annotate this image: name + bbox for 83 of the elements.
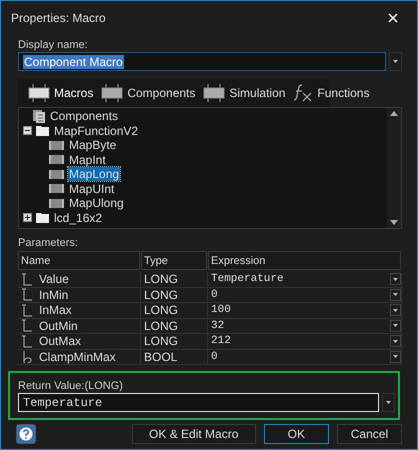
help-button[interactable] <box>16 424 36 444</box>
tree-item[interactable]: MapUlong <box>68 196 125 210</box>
column-header: Type <box>141 251 207 270</box>
expander-icon[interactable] <box>23 213 32 222</box>
long-type-icon <box>21 334 33 348</box>
chip-icon <box>101 84 124 102</box>
scrollbar[interactable] <box>387 108 401 228</box>
table-cell: LONG <box>144 303 178 318</box>
tree-item[interactable]: MapInt <box>68 152 107 167</box>
expression-field[interactable]: Temperature <box>211 273 284 286</box>
chip-icon <box>49 140 64 150</box>
tree-item[interactable]: MapUInt <box>68 182 116 196</box>
table-cell: LONG <box>144 318 178 333</box>
scroll-up-icon[interactable] <box>390 111 398 116</box>
dropdown-button[interactable] <box>390 304 401 316</box>
long-type-icon <box>21 304 33 317</box>
table-cell: OutMin <box>39 318 78 333</box>
dialog-button[interactable]: OK <box>264 424 329 444</box>
tree-item[interactable]: MapFunctionV2 <box>53 124 140 138</box>
expression-field[interactable]: 0 <box>211 288 218 301</box>
caret-icon <box>393 324 398 328</box>
bool-type-icon <box>21 350 33 364</box>
window-title: Properties: Macro <box>11 11 106 25</box>
dropdown-button[interactable] <box>390 288 401 301</box>
dropdown-button[interactable] <box>390 335 401 348</box>
tree-item[interactable]: lcd_16x2 <box>53 210 104 225</box>
expander-icon[interactable] <box>23 126 32 136</box>
long-type-icon <box>21 288 33 302</box>
chip-icon <box>49 170 64 179</box>
tab[interactable]: Macros <box>28 84 94 102</box>
folder-icon <box>36 126 49 136</box>
table-cell: LONG <box>144 288 178 302</box>
tab[interactable]: Components <box>101 84 196 102</box>
column-header: Name <box>18 251 140 270</box>
caret-icon <box>393 340 398 343</box>
chip-icon <box>49 184 64 194</box>
table-cell: LONG <box>144 272 178 286</box>
long-type-icon <box>21 272 33 286</box>
tree-item[interactable]: Components <box>49 109 120 124</box>
dropdown-button[interactable] <box>382 393 395 412</box>
table-cell: InMax <box>39 303 72 318</box>
table-cell: BOOL <box>144 350 178 364</box>
table-cell: ClampMinMax <box>39 350 116 364</box>
chip-icon <box>49 198 64 208</box>
scroll-down-icon[interactable] <box>390 220 398 225</box>
chip-icon <box>49 155 64 164</box>
folder-icon <box>36 212 49 223</box>
tab[interactable]: Simulation <box>203 84 286 102</box>
function-icon <box>293 84 314 102</box>
chip-icon <box>28 84 50 102</box>
dialog-button[interactable]: OK & Edit Macro <box>132 424 256 444</box>
field-label: Return Value:(LONG) <box>18 380 124 392</box>
caret-icon <box>393 355 398 358</box>
table-cell: InMin <box>39 288 68 302</box>
caret-icon <box>393 60 398 63</box>
expression-field[interactable]: 100 <box>211 304 231 316</box>
tab[interactable]: Functions <box>293 84 370 102</box>
field-label: Display name: <box>18 39 89 51</box>
table-cell: OutMax <box>39 334 82 348</box>
table-cell: Value <box>39 272 69 286</box>
long-type-icon <box>21 319 33 332</box>
dropdown-button[interactable] <box>390 273 401 286</box>
column-header: Expression <box>208 251 401 270</box>
expression-field[interactable]: 212 <box>211 335 231 348</box>
tree-item[interactable]: MapByte <box>68 138 118 152</box>
dropdown-button[interactable] <box>389 52 402 71</box>
section-label: Parameters: <box>18 237 79 249</box>
dropdown-button[interactable] <box>390 350 401 363</box>
expression-field[interactable]: 0 <box>211 350 218 363</box>
expression-field[interactable]: 32 <box>211 320 224 332</box>
document-stack-icon <box>33 110 45 123</box>
table-cell: LONG <box>144 334 178 348</box>
tree-item[interactable]: MapLong <box>68 167 120 182</box>
caret-icon <box>393 308 398 312</box>
caret-icon <box>393 278 398 281</box>
return-value-field[interactable]: Temperature <box>18 393 379 412</box>
dialog-button[interactable]: Cancel <box>336 424 402 444</box>
dropdown-button[interactable] <box>390 320 401 332</box>
chip-icon <box>203 84 226 102</box>
caret-icon <box>393 293 398 296</box>
display-name-field[interactable]: Component Macro <box>18 52 386 71</box>
caret-icon <box>386 401 391 404</box>
close-icon <box>388 12 398 22</box>
